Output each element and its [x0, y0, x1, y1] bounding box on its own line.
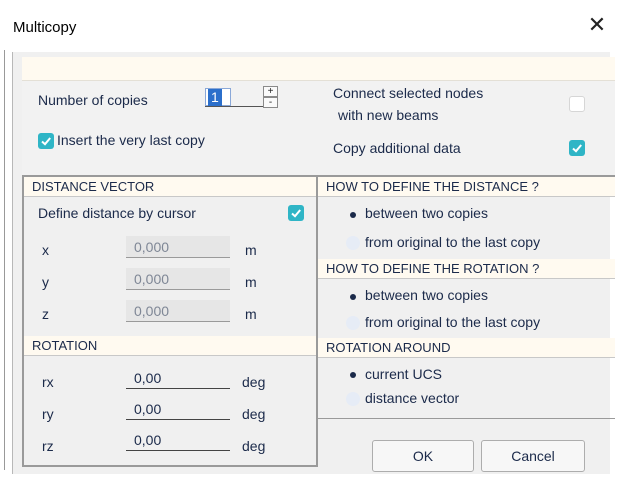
window-title: Multicopy	[13, 19, 77, 36]
z-unit: m	[245, 306, 257, 322]
connect-label-line1: Connect selected nodes	[333, 85, 484, 101]
ry-unit: deg	[242, 406, 266, 422]
define-rotation-header: HOW TO DEFINE THE ROTATION ?	[318, 259, 615, 279]
define-by-cursor-label: Define distance by cursor	[38, 205, 196, 221]
copy-additional-label: Copy additional data	[333, 140, 461, 156]
x-field[interactable]: 0,000	[126, 236, 230, 258]
close-icon[interactable]: ✕	[582, 10, 612, 40]
copies-label: Number of copies	[38, 92, 148, 108]
distance-from-original-label: from original to the last copy	[365, 234, 541, 250]
top-strip	[22, 57, 615, 81]
copies-stepper: + -	[263, 86, 278, 108]
rz-field[interactable]: 0,00	[126, 429, 230, 451]
rx-label: rx	[42, 374, 54, 390]
define-distance-header: HOW TO DEFINE THE DISTANCE ?	[318, 177, 615, 197]
distance-vector-label: distance vector	[365, 390, 460, 406]
distance-vector-header: DISTANCE VECTOR	[24, 177, 316, 197]
middle-divider	[316, 176, 318, 466]
rx-unit: deg	[242, 374, 266, 390]
increment-button[interactable]: +	[263, 86, 278, 97]
title-bar: Multicopy ✕	[0, 0, 618, 46]
buttons-divider	[318, 418, 615, 419]
current-ucs-label: current UCS	[365, 366, 443, 382]
z-field[interactable]: 0,000	[126, 300, 230, 322]
rx-field[interactable]: 0,00	[126, 367, 230, 389]
rotation-around-header: ROTATION AROUND	[318, 338, 615, 358]
insert-last-checkbox[interactable]	[38, 133, 54, 149]
distance-between-radio[interactable]	[346, 208, 360, 222]
ok-button[interactable]: OK	[372, 440, 474, 472]
rotation-from-original-label: from original to the last copy	[365, 314, 541, 330]
copy-additional-checkbox[interactable]	[569, 140, 585, 156]
rz-label: rz	[42, 438, 54, 454]
distance-from-original-radio[interactable]	[346, 236, 360, 250]
copies-input-underline	[205, 106, 265, 107]
rotation-header: ROTATION	[24, 336, 316, 356]
checkmark-icon	[572, 144, 582, 153]
rz-unit: deg	[242, 438, 266, 454]
rotation-from-original-radio[interactable]	[346, 316, 360, 330]
y-field[interactable]: 0,000	[126, 268, 230, 290]
decrement-button[interactable]: -	[263, 97, 278, 108]
ry-label: ry	[42, 406, 54, 422]
current-ucs-radio[interactable]	[346, 368, 360, 382]
distance-vector-radio[interactable]	[346, 392, 360, 406]
rotation-between-radio[interactable]	[346, 290, 360, 304]
checkmark-icon	[291, 209, 301, 218]
cancel-button[interactable]: Cancel	[481, 440, 585, 472]
rotation-between-label: between two copies	[365, 287, 488, 303]
distance-between-label: between two copies	[365, 205, 488, 221]
insert-last-label: Insert the very last copy	[57, 132, 205, 148]
ry-field[interactable]: 0,00	[126, 398, 230, 420]
y-label: y	[42, 274, 49, 290]
x-unit: m	[245, 242, 257, 258]
define-by-cursor-checkbox[interactable]	[288, 205, 304, 221]
connect-checkbox[interactable]	[569, 96, 585, 112]
x-label: x	[42, 242, 49, 258]
left-frame	[22, 176, 24, 466]
connect-label-line2: with new beams	[338, 107, 439, 123]
bottom-left-frame	[22, 465, 318, 467]
window-left-border	[4, 50, 5, 470]
copies-input[interactable]: 1	[205, 88, 231, 106]
checkmark-icon	[41, 137, 51, 146]
y-unit: m	[245, 274, 257, 290]
z-label: z	[42, 306, 49, 322]
copies-value: 1	[208, 89, 222, 106]
